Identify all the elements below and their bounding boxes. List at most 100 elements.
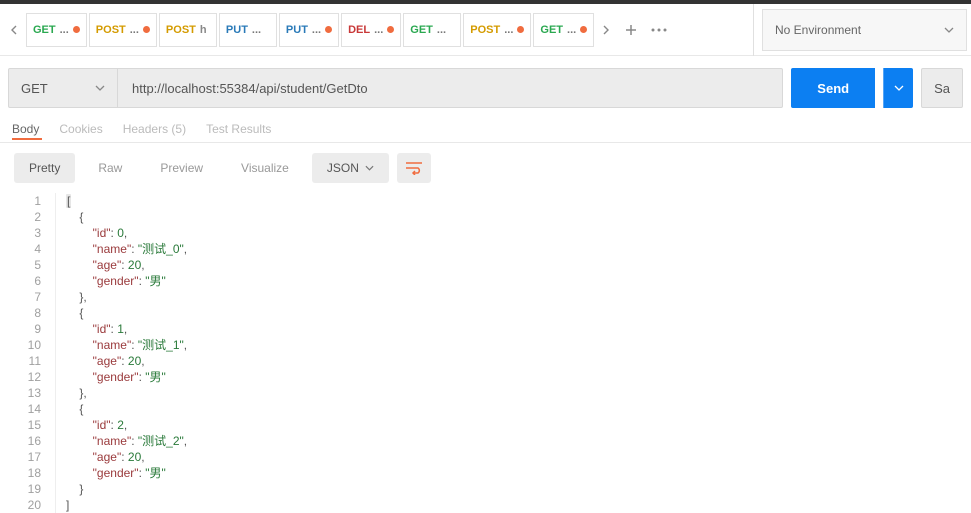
- line-number-gutter: 1234567891011121314151617181920: [0, 193, 56, 513]
- tabs-region: GET...POST...POSThPUT...PUT...DEL...GET.…: [0, 13, 753, 47]
- header-row: GET...POST...POSThPUT...PUT...DEL...GET.…: [0, 4, 971, 56]
- code-line: "id": 2,: [66, 417, 187, 433]
- request-tab[interactable]: GET...: [533, 13, 594, 47]
- unsaved-dot-icon: [143, 26, 150, 33]
- environment-select[interactable]: No Environment: [762, 9, 967, 51]
- send-dropdown-button[interactable]: [883, 68, 913, 108]
- code-line: "name": "测试_0",: [66, 241, 187, 257]
- tab-method: PUT: [226, 24, 248, 36]
- line-number: 15: [0, 417, 41, 433]
- tab-method: PUT: [286, 24, 308, 36]
- tab-method: GET: [33, 24, 56, 36]
- request-tab[interactable]: POST...: [89, 13, 157, 47]
- line-number: 9: [0, 321, 41, 337]
- code-line: {: [66, 401, 187, 417]
- code-line: "gender": "男": [66, 369, 187, 385]
- code-line: "age": 20,: [66, 257, 187, 273]
- sub-tab-body[interactable]: Body: [12, 122, 39, 136]
- tab-suffix: ...: [312, 24, 321, 36]
- code-line: "gender": "男": [66, 465, 187, 481]
- format-value: JSON: [327, 161, 359, 175]
- code-line: }: [66, 481, 187, 497]
- line-number: 4: [0, 241, 41, 257]
- line-number: 8: [0, 305, 41, 321]
- tabs-prev-arrow[interactable]: [4, 13, 24, 47]
- tab-method: GET: [540, 24, 563, 36]
- code-line: },: [66, 289, 187, 305]
- tab-method: POST: [166, 24, 196, 36]
- environment-region: No Environment: [753, 4, 971, 56]
- code-line: "id": 1,: [66, 321, 187, 337]
- url-input[interactable]: [118, 68, 783, 108]
- code-line: "name": "测试_2",: [66, 433, 187, 449]
- tab-suffix: ...: [504, 24, 513, 36]
- tabs-next-arrow[interactable]: [596, 13, 616, 47]
- chevron-down-icon: [365, 165, 374, 171]
- tab-suffix: ...: [567, 24, 576, 36]
- unsaved-dot-icon: [517, 26, 524, 33]
- code-line: "name": "测试_1",: [66, 337, 187, 353]
- line-number: 6: [0, 273, 41, 289]
- wrap-lines-button[interactable]: [397, 153, 431, 183]
- chevron-down-icon: [944, 27, 954, 33]
- new-tab-button[interactable]: [618, 13, 644, 47]
- response-sub-tabs: Body Cookies Headers (5) Test Results: [0, 120, 971, 138]
- line-number: 12: [0, 369, 41, 385]
- sub-tab-headers[interactable]: Headers (5): [123, 122, 186, 136]
- unsaved-dot-icon: [580, 26, 587, 33]
- line-number: 3: [0, 225, 41, 241]
- view-bar: Pretty Raw Preview Visualize JSON: [0, 143, 971, 193]
- tab-method: GET: [410, 24, 433, 36]
- request-tab[interactable]: GET...: [403, 13, 461, 47]
- save-button[interactable]: Sa: [921, 68, 963, 108]
- tab-suffix: ...: [374, 24, 383, 36]
- code-line: "age": 20,: [66, 353, 187, 369]
- request-tab[interactable]: POST...: [463, 13, 531, 47]
- chevron-down-icon: [95, 85, 105, 91]
- tab-method: POST: [470, 24, 500, 36]
- line-number: 11: [0, 353, 41, 369]
- tabs-more-button[interactable]: [646, 13, 672, 47]
- line-number: 13: [0, 385, 41, 401]
- unsaved-dot-icon: [325, 26, 332, 33]
- tab-method: DEL: [348, 24, 370, 36]
- request-tab[interactable]: POST h: [159, 13, 217, 47]
- http-method-select[interactable]: GET: [8, 68, 118, 108]
- line-number: 1: [0, 193, 41, 209]
- send-button[interactable]: Send: [791, 68, 875, 108]
- code-line: "id": 0,: [66, 225, 187, 241]
- line-number: 19: [0, 481, 41, 497]
- code-line: {: [66, 305, 187, 321]
- tab-suffix: h: [200, 24, 207, 36]
- response-body-code-view: 1234567891011121314151617181920 [ { "id"…: [0, 193, 971, 513]
- line-number: 17: [0, 449, 41, 465]
- view-pretty-button[interactable]: Pretty: [14, 153, 75, 183]
- sub-tab-test-results[interactable]: Test Results: [206, 122, 271, 136]
- view-visualize-button[interactable]: Visualize: [226, 153, 304, 183]
- request-tab[interactable]: PUT...: [279, 13, 339, 47]
- format-select[interactable]: JSON: [312, 153, 389, 183]
- request-tab[interactable]: GET...: [26, 13, 87, 47]
- line-number: 10: [0, 337, 41, 353]
- request-row: GET Send Sa: [0, 56, 971, 120]
- line-number: 2: [0, 209, 41, 225]
- view-raw-button[interactable]: Raw: [83, 153, 137, 183]
- tab-suffix: ...: [130, 24, 139, 36]
- line-number: 14: [0, 401, 41, 417]
- request-tab[interactable]: DEL...: [341, 13, 401, 47]
- line-number: 7: [0, 289, 41, 305]
- view-preview-button[interactable]: Preview: [145, 153, 218, 183]
- sub-tab-cookies[interactable]: Cookies: [59, 122, 102, 136]
- request-tab[interactable]: PUT...: [219, 13, 277, 47]
- tab-suffix: ...: [60, 24, 69, 36]
- line-number: 18: [0, 465, 41, 481]
- code-line: "gender": "男": [66, 273, 187, 289]
- line-number: 5: [0, 257, 41, 273]
- wrap-icon: [405, 161, 423, 175]
- unsaved-dot-icon: [387, 26, 394, 33]
- line-number: 16: [0, 433, 41, 449]
- code-line: {: [66, 209, 187, 225]
- chevron-down-icon: [894, 85, 904, 91]
- code-content[interactable]: [ { "id": 0, "name": "测试_0", "age": 20, …: [56, 193, 187, 513]
- http-method-value: GET: [21, 81, 48, 96]
